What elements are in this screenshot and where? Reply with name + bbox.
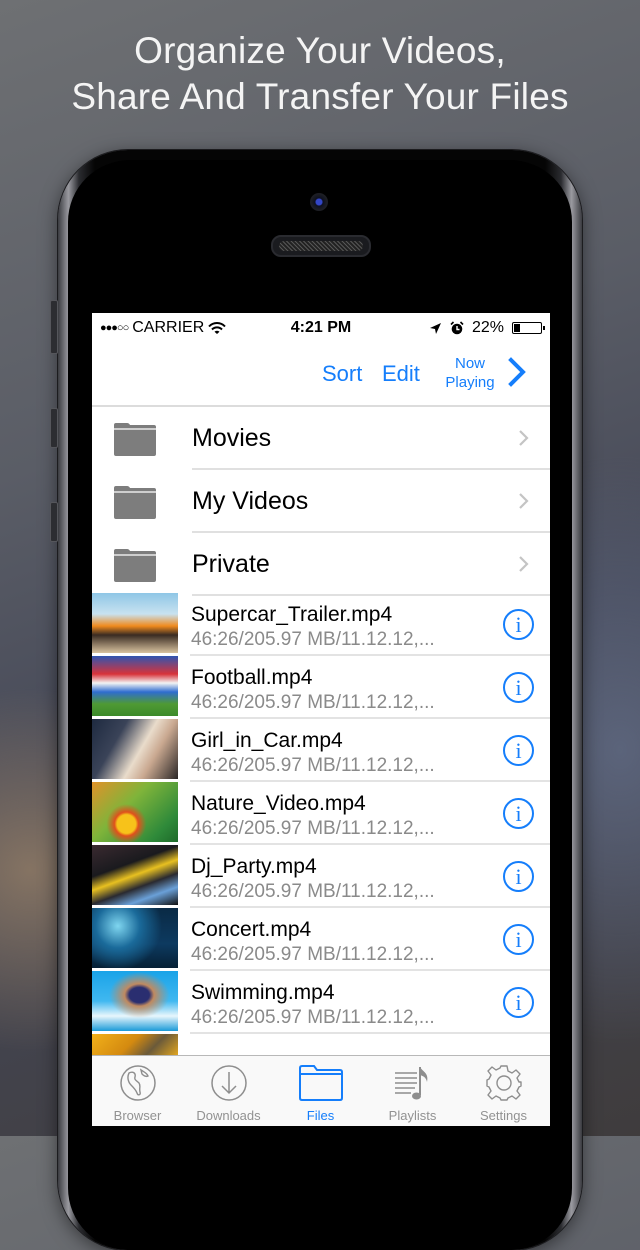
folder-row[interactable]: Private bbox=[92, 533, 550, 596]
folder-row[interactable]: Movies bbox=[92, 407, 550, 470]
partial-thumbnail-taxi bbox=[92, 1034, 178, 1055]
volume-up-button bbox=[50, 408, 58, 448]
file-row[interactable]: Supercar_Trailer.mp4 46:26/205.97 MB/11.… bbox=[92, 593, 550, 656]
tab-files[interactable]: Files bbox=[275, 1056, 366, 1126]
now-playing-label-line-2: Playing bbox=[445, 374, 495, 391]
video-thumbnail bbox=[92, 908, 178, 968]
mute-switch bbox=[50, 300, 58, 354]
folder-icon bbox=[298, 1065, 343, 1101]
tab-files-label: Files bbox=[306, 1108, 335, 1123]
file-row[interactable]: Swimming.mp4 46:26/205.97 MB/11.12.12,..… bbox=[92, 971, 550, 1034]
info-button[interactable]: i bbox=[503, 987, 534, 1018]
headline-line-1: Organize Your Videos, bbox=[134, 30, 506, 71]
info-icon: i bbox=[515, 864, 522, 889]
tab-downloads-label: Downloads bbox=[196, 1108, 261, 1123]
video-thumbnail bbox=[92, 845, 178, 905]
info-button[interactable]: i bbox=[503, 609, 534, 640]
sort-button[interactable]: Sort bbox=[322, 361, 362, 387]
info-icon: i bbox=[515, 738, 522, 763]
file-name: Nature_Video.mp4 bbox=[191, 792, 366, 815]
volume-down-button bbox=[50, 502, 58, 542]
info-button[interactable]: i bbox=[503, 861, 534, 892]
row-separator bbox=[190, 1032, 550, 1034]
folder-icon bbox=[114, 423, 156, 456]
info-icon: i bbox=[515, 612, 522, 637]
folder-label: Movies bbox=[192, 424, 272, 452]
now-playing-chevron-icon[interactable] bbox=[506, 357, 528, 387]
tab-playlists-label: Playlists bbox=[388, 1108, 437, 1123]
info-icon: i bbox=[515, 990, 522, 1015]
tab-settings-label: Settings bbox=[480, 1108, 527, 1123]
info-button[interactable]: i bbox=[503, 672, 534, 703]
location-arrow-icon bbox=[429, 322, 441, 334]
file-name: Football.mp4 bbox=[191, 666, 313, 689]
file-name: Swimming.mp4 bbox=[191, 981, 335, 1004]
video-thumbnail bbox=[92, 971, 178, 1031]
video-thumbnail bbox=[92, 782, 178, 842]
file-meta: 46:26/205.97 MB/11.12.12,... bbox=[191, 692, 435, 713]
now-playing-label-line-1: Now bbox=[454, 355, 485, 372]
file-meta: 46:26/205.97 MB/11.12.12,... bbox=[191, 881, 435, 902]
folder-row[interactable]: My Videos bbox=[92, 470, 550, 533]
chevron-right-icon bbox=[519, 493, 529, 509]
gear-icon bbox=[485, 1065, 522, 1101]
folder-label: Private bbox=[192, 550, 270, 578]
battery-icon bbox=[512, 322, 545, 334]
file-meta: 46:26/205.97 MB/11.12.12,... bbox=[191, 944, 435, 965]
battery-percent: 22% bbox=[471, 319, 504, 336]
earpiece-speaker bbox=[271, 235, 371, 257]
file-meta: 46:26/205.97 MB/11.12.12,... bbox=[191, 629, 435, 650]
file-row[interactable]: Football.mp4 46:26/205.97 MB/11.12.12,..… bbox=[92, 656, 550, 719]
headline-line-2: Share And Transfer Your Files bbox=[71, 76, 569, 117]
edit-button[interactable]: Edit bbox=[382, 361, 420, 387]
chevron-right-icon bbox=[519, 556, 529, 572]
info-icon: i bbox=[515, 927, 522, 952]
file-meta: 46:26/205.97 MB/11.12.12,... bbox=[191, 818, 435, 839]
tab-bar: Browser Downloads Files Playlists Settin… bbox=[92, 1055, 550, 1126]
file-row[interactable]: Concert.mp4 46:26/205.97 MB/11.12.12,...… bbox=[92, 908, 550, 971]
video-thumbnail bbox=[92, 719, 178, 779]
folder-label: My Videos bbox=[192, 487, 309, 515]
file-meta: 46:26/205.97 MB/11.12.12,... bbox=[191, 1007, 435, 1028]
status-bar: ●●●○○ CARRIER 4:21 PM 22% bbox=[92, 313, 550, 343]
info-button[interactable]: i bbox=[503, 924, 534, 955]
video-thumbnail bbox=[92, 593, 178, 653]
file-name: Supercar_Trailer.mp4 bbox=[191, 603, 393, 626]
file-name: Concert.mp4 bbox=[191, 918, 312, 941]
chevron-right-icon bbox=[519, 430, 529, 446]
file-row[interactable]: Nature_Video.mp4 46:26/205.97 MB/11.12.1… bbox=[92, 782, 550, 845]
alarm-clock-icon bbox=[450, 321, 464, 335]
video-thumbnail bbox=[92, 656, 178, 716]
info-button[interactable]: i bbox=[503, 798, 534, 829]
tab-playlists[interactable]: Playlists bbox=[367, 1056, 458, 1126]
info-icon: i bbox=[515, 675, 522, 700]
file-meta: 46:26/205.97 MB/11.12.12,... bbox=[191, 755, 435, 776]
file-row[interactable]: Dj_Party.mp4 46:26/205.97 MB/11.12.12,..… bbox=[92, 845, 550, 908]
tab-browser[interactable]: Browser bbox=[92, 1056, 183, 1126]
folder-icon bbox=[114, 486, 156, 519]
now-playing-button[interactable]: Now Playing bbox=[444, 354, 496, 392]
file-name: Girl_in_Car.mp4 bbox=[191, 729, 343, 752]
tab-browser-label: Browser bbox=[113, 1108, 162, 1123]
info-button[interactable]: i bbox=[503, 735, 534, 766]
promo-headline: Organize Your Videos, Share And Transfer… bbox=[0, 28, 640, 120]
playlist-icon bbox=[394, 1067, 427, 1100]
download-icon bbox=[210, 1065, 247, 1101]
navigation-bar: Sort Edit Now Playing bbox=[92, 343, 550, 407]
info-icon: i bbox=[515, 801, 522, 826]
folder-icon bbox=[114, 549, 156, 582]
front-camera bbox=[310, 193, 328, 211]
globe-icon bbox=[119, 1065, 156, 1101]
file-name: Dj_Party.mp4 bbox=[191, 855, 317, 878]
tab-downloads[interactable]: Downloads bbox=[183, 1056, 274, 1126]
tab-settings[interactable]: Settings bbox=[458, 1056, 549, 1126]
app-screen: ●●●○○ CARRIER 4:21 PM 22% Sort Edit Now … bbox=[92, 313, 550, 1126]
file-row[interactable]: Girl_in_Car.mp4 46:26/205.97 MB/11.12.12… bbox=[92, 719, 550, 782]
